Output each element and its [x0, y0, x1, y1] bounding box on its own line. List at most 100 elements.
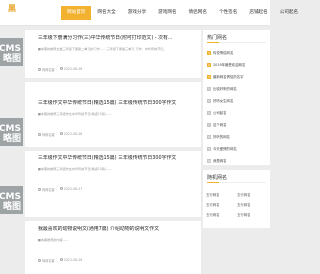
- random-name-link[interactable]: 五行网名: [237, 212, 268, 217]
- hot-name-label: 2019年最受欢迎网名: [213, 63, 246, 67]
- left-thumbnail-strip: ECMS 略图 ECMS 略图 ECMS 略图: [0, 30, 23, 274]
- author-info: 闷网名客: [38, 187, 55, 192]
- thumbnail[interactable]: ECMS 略图: [0, 118, 23, 146]
- hot-name-item[interactable]: 7 这个网名: [207, 122, 268, 127]
- article-author: 闷网名客: [42, 259, 55, 263]
- thumbnail-label: ECMS 略图: [0, 124, 21, 144]
- article-meta: 闷网名客 2023-06-27: [38, 187, 82, 192]
- date-info: 2023-06-26: [59, 258, 83, 263]
- article-summary: ■本期的推荐三年级作文中华传统节日(精选15篇)......: [38, 112, 112, 116]
- article-meta: 闷网名客 2023-06-28: [38, 67, 82, 72]
- article-card: 三年级作文中华传统节日(精选15篇) 三年级传统节日300字作文 ■本期的推荐三…: [25, 82, 201, 147]
- article-author: 闷网名客: [42, 133, 55, 137]
- nav-home[interactable]: 网站首页: [61, 6, 92, 20]
- random-names-panel: 随机网名 五行网名 五行网名 五行网名 五行网名 五行网名 五行网名: [203, 170, 270, 228]
- title-underline: [207, 182, 219, 183]
- panel-title: 随机网名: [207, 175, 228, 181]
- article-date: 2023-06-28: [63, 132, 83, 136]
- hot-name-label: 比较好听的网名: [213, 87, 237, 91]
- article-title[interactable]: 我最喜欢的动物说明文(通用7篇) 介绍动物的说明文作文: [38, 226, 198, 232]
- random-name-link[interactable]: 五行网名: [237, 192, 268, 197]
- hot-names-panel: 热门网名 1 传说情侣网名 2 2019年最受欢迎网名 3 最新网名情侣的名字 4 比较…: [203, 30, 270, 165]
- article-summary: ■本期的推荐三年级作文中华传统节日(精选15篇)......: [38, 167, 112, 171]
- rank-badge: 7: [207, 122, 211, 127]
- clock-icon: [59, 132, 63, 136]
- clock-icon: [59, 187, 63, 191]
- hot-name-item[interactable]: 1 传说情侣网名: [207, 50, 268, 55]
- hot-name-label: 今天爱情的网名: [213, 147, 237, 151]
- article-title[interactable]: 三年级下册满分习作(三)中华传统节日(附可打印范文) - 次有...: [38, 35, 198, 41]
- article-date: 2023-06-28: [63, 67, 83, 71]
- random-links-grid: 五行网名 五行网名 五行网名 五行网名 五行网名 五行网名: [206, 192, 268, 217]
- main-nav: 网站首页 网名大全 游戏分享 游戏网名 情侣网名 个性签名 店铺起名 公司起名: [61, 6, 304, 20]
- article-title[interactable]: 三年级作文中华传统节日(精选15篇) 三年级传统节日300字作文: [38, 155, 198, 161]
- panel-title: 热门网名: [207, 35, 228, 41]
- random-name-link[interactable]: 五行网名: [237, 202, 268, 207]
- rank-badge: 1: [207, 50, 211, 55]
- article-author: 闷网名客: [42, 68, 55, 72]
- rank-badge: 4: [207, 86, 211, 91]
- article-meta: 闷网名客 2023-06-28: [38, 132, 82, 137]
- nav-game-names[interactable]: 游戏网名: [152, 6, 182, 20]
- thumbnail-label: ECMS 略图: [0, 192, 21, 212]
- hot-name-item[interactable]: 6 公司起名: [207, 110, 268, 115]
- nav-game-share[interactable]: 游戏分享: [122, 6, 152, 20]
- user-icon: [38, 259, 41, 263]
- rank-badge: 5: [207, 98, 211, 103]
- date-info: 2023-06-28: [59, 132, 83, 137]
- nav-shop-names[interactable]: 店铺起名: [243, 6, 273, 20]
- clock-icon: [59, 258, 63, 262]
- site-logo[interactable]: 黑: [8, 3, 16, 14]
- rank-badge: 2: [207, 62, 211, 67]
- article-author: 闷网名客: [42, 188, 55, 192]
- hot-name-label: 好听的网名: [213, 135, 230, 139]
- thumbnail-label: ECMS 略图: [0, 44, 21, 64]
- author-info: 闷网名客: [38, 258, 55, 263]
- article-card: 三年级作文中华传统节日(精选15篇) 三年级传统节日300字作文 ■本期的推荐三…: [25, 151, 201, 217]
- hot-name-label: 公司起名: [213, 111, 227, 115]
- date-info: 2023-06-27: [59, 187, 83, 192]
- title-underline: [207, 42, 219, 43]
- hot-name-item[interactable]: 9 今天爱情的网名: [207, 146, 268, 151]
- thumbnail[interactable]: ECMS 略图: [0, 186, 23, 214]
- date-info: 2023-06-28: [59, 67, 83, 72]
- rank-badge: 10: [207, 158, 211, 163]
- hot-name-label: 传说情侣网名: [213, 51, 234, 55]
- user-icon: [38, 133, 41, 137]
- rank-badge: 3: [207, 74, 211, 79]
- hot-name-item[interactable]: 8 好听的网名: [207, 134, 268, 139]
- hot-name-item[interactable]: 2 2019年最受欢迎网名: [207, 62, 268, 67]
- hot-name-item[interactable]: 3 最新网名情侣的名字: [207, 74, 268, 79]
- hot-name-item[interactable]: 4 比较好听的网名: [207, 86, 268, 91]
- nav-names[interactable]: 网名大全: [91, 6, 121, 20]
- article-date: 2023-06-26: [63, 258, 83, 262]
- random-name-link[interactable]: 五行网名: [206, 212, 237, 217]
- article-card: 三年级下册满分习作(三)中华传统节日(附可打印范文) - 次有... ■本期的推…: [25, 30, 201, 78]
- article-card: 我最喜欢的动物说明文(通用7篇) 介绍动物的说明文作文 ■本期推荐的内容....…: [25, 221, 201, 274]
- clock-icon: [59, 67, 63, 71]
- nav-signature[interactable]: 个性签名: [213, 6, 243, 20]
- article-title[interactable]: 三年级作文中华传统节日(精选15篇) 三年级传统节日300字作文: [38, 100, 198, 106]
- hot-name-label: 好听女生网名: [213, 99, 234, 103]
- random-name-link[interactable]: 五行网名: [206, 192, 237, 197]
- rank-badge: 9: [207, 146, 211, 151]
- rank-badge: 8: [207, 134, 211, 139]
- top-header: 黑 网站首页 网名大全 游戏分享 游戏网名 情侣网名 个性签名 店铺起名 公司起…: [0, 0, 298, 26]
- nav-company-names[interactable]: 公司起名: [274, 6, 304, 20]
- rank-badge: 6: [207, 110, 211, 115]
- hot-name-item[interactable]: 10 我是网名: [207, 158, 268, 163]
- article-meta: 闷网名客 2023-06-26: [38, 258, 82, 263]
- article-summary: ■本期的推荐文章三年级下册第二单元的习作...... 三年级下册第三单元 习作：…: [38, 47, 167, 51]
- nav-couple-names[interactable]: 情侣网名: [183, 6, 213, 20]
- author-info: 闷网名客: [38, 132, 55, 137]
- hot-name-label: 最新网名情侣的名字: [213, 75, 244, 79]
- hot-name-label: 我是网名: [213, 159, 227, 163]
- hot-name-item[interactable]: 5 好听女生网名: [207, 98, 268, 103]
- article-date: 2023-06-27: [63, 187, 83, 191]
- author-info: 闷网名客: [38, 67, 55, 72]
- random-name-link[interactable]: 五行网名: [206, 202, 237, 207]
- article-summary: ■本期推荐的内容......: [38, 238, 69, 242]
- hot-name-label: 这个网名: [213, 123, 227, 127]
- user-icon: [38, 188, 41, 192]
- thumbnail[interactable]: ECMS 略图: [0, 38, 23, 66]
